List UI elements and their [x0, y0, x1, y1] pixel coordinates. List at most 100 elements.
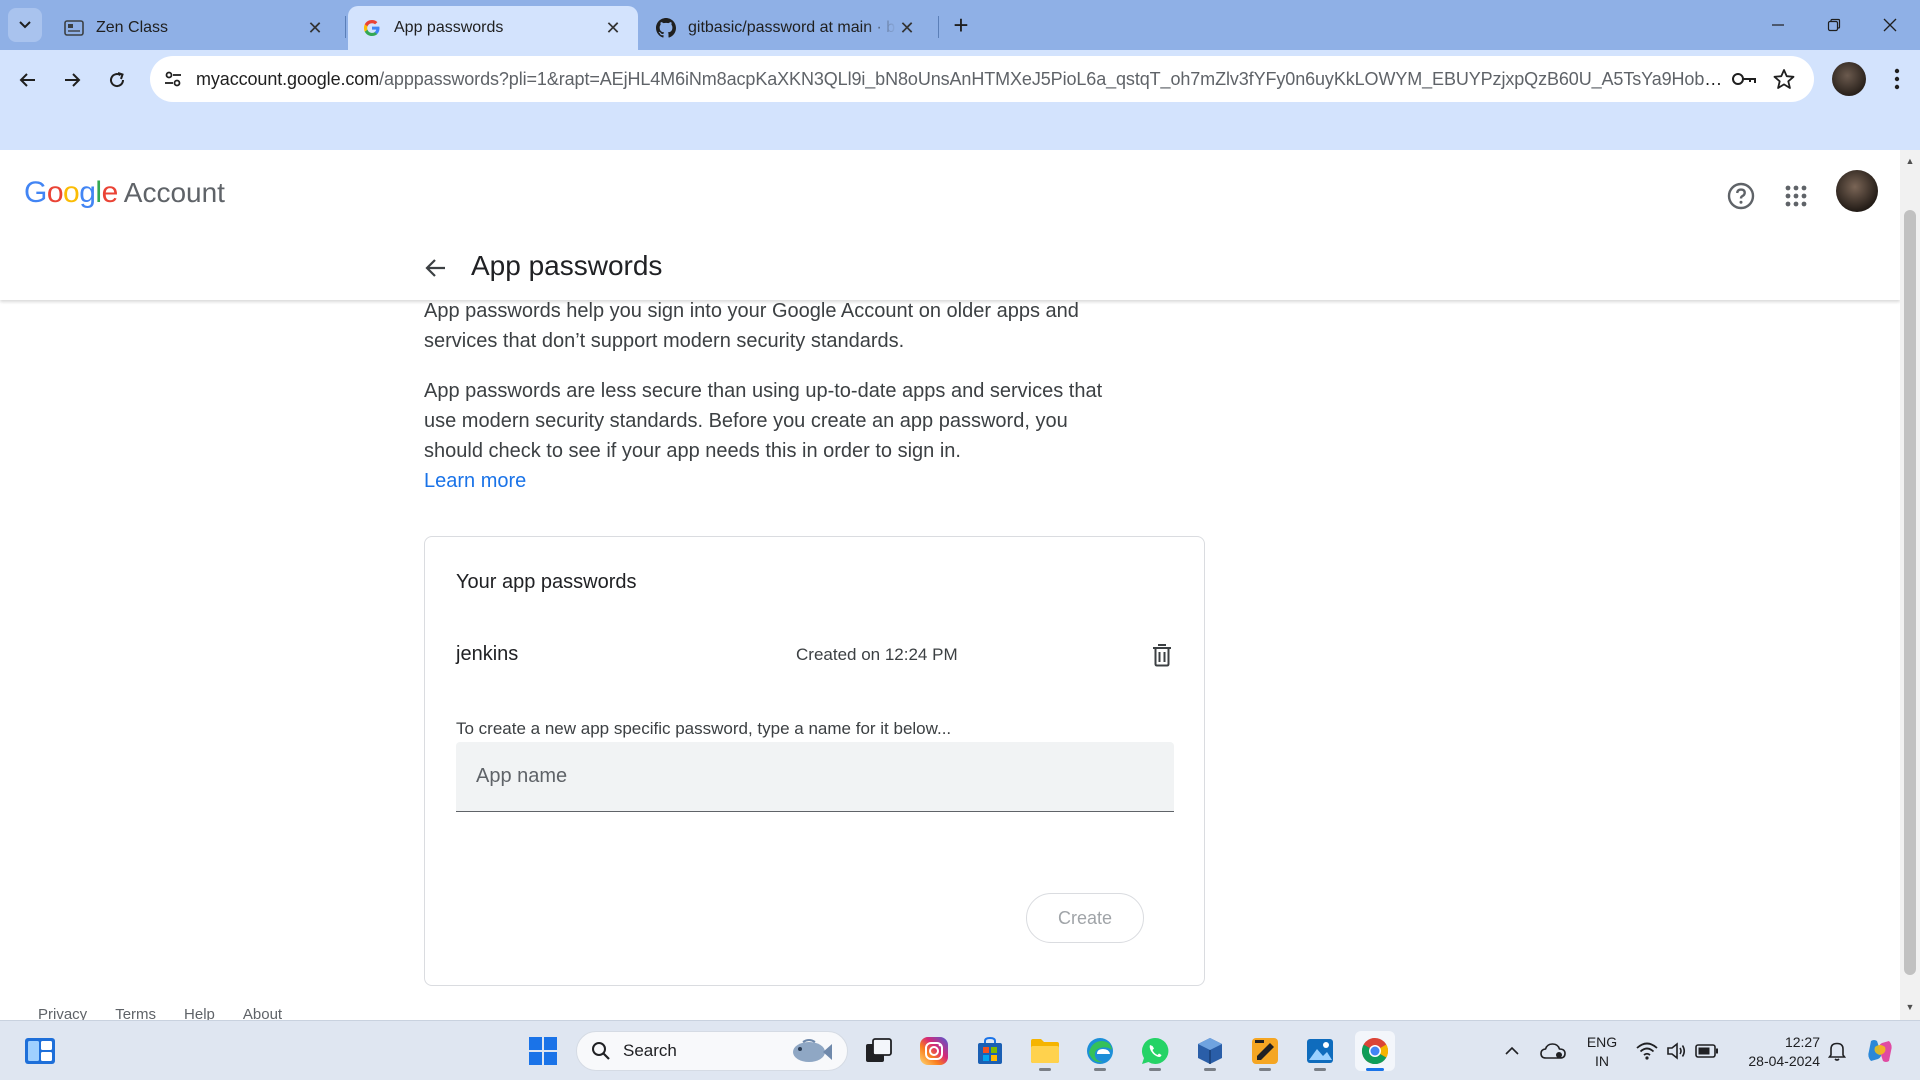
- clock-time: 12:27: [1784, 1034, 1820, 1050]
- close-icon[interactable]: ✕: [602, 17, 624, 39]
- wifi-icon: [1636, 1042, 1658, 1060]
- bookmark-button[interactable]: [1764, 59, 1804, 99]
- browser-profile-avatar[interactable]: [1832, 62, 1866, 96]
- footer-link-terms[interactable]: Terms: [115, 1006, 156, 1020]
- key-icon: [1732, 73, 1756, 85]
- tab-separator: [938, 16, 939, 38]
- google-favicon-icon: [362, 18, 382, 38]
- restore-button[interactable]: [1806, 0, 1862, 50]
- google-apps-button[interactable]: [1776, 176, 1816, 216]
- language-indicator[interactable]: ENG IN: [1582, 1033, 1622, 1071]
- taskbar-virtualbox[interactable]: [1190, 1031, 1230, 1071]
- help-icon: [1727, 182, 1755, 210]
- widgets-button[interactable]: [24, 1035, 56, 1067]
- trash-icon: [1153, 644, 1171, 667]
- arrow-left-icon: [19, 73, 35, 87]
- tab-app-passwords[interactable]: App passwords ✕: [348, 6, 638, 50]
- windows-logo-icon: [529, 1037, 557, 1065]
- wifi-tray-button[interactable]: [1632, 1021, 1662, 1080]
- new-tab-button[interactable]: +: [946, 10, 976, 40]
- minimize-icon: [1772, 24, 1784, 26]
- delete-app-password-button[interactable]: [1146, 639, 1178, 671]
- store-icon: [978, 1036, 1002, 1064]
- taskbar-instagram[interactable]: [914, 1031, 954, 1071]
- tab-separator: [345, 16, 346, 38]
- google-account-header: Google Account App passwords: [0, 150, 1900, 300]
- app-passwords-card: Your app passwords jenkins Created on 12…: [424, 536, 1205, 986]
- reload-button[interactable]: [97, 60, 137, 100]
- address-bar[interactable]: myaccount.google.com/apppasswords?pli=1&…: [150, 56, 1814, 102]
- restore-icon: [1827, 18, 1841, 32]
- task-view-button[interactable]: [858, 1031, 898, 1071]
- page-scrollbar[interactable]: ▲ ▼: [1900, 150, 1920, 1020]
- learn-more-link[interactable]: Learn more: [424, 466, 526, 496]
- notifications-button[interactable]: [1822, 1021, 1852, 1080]
- region-code: IN: [1595, 1053, 1609, 1069]
- chevron-up-icon: [1505, 1046, 1519, 1055]
- apps-grid-icon: [1785, 185, 1807, 207]
- account-avatar[interactable]: [1836, 170, 1878, 212]
- start-button[interactable]: [523, 1031, 563, 1071]
- clock-date: 28-04-2024: [1748, 1053, 1820, 1069]
- folder-icon: [1031, 1039, 1059, 1063]
- page-viewport: App passwords help you sign into your Go…: [0, 150, 1900, 1020]
- editor-icon: [1252, 1038, 1278, 1064]
- taskbar-microsoft-store[interactable]: [970, 1031, 1010, 1071]
- taskbar-edge[interactable]: [1080, 1031, 1120, 1071]
- browser-menu-button[interactable]: [1882, 62, 1912, 96]
- intro-paragraph: App passwords help you sign into your Go…: [424, 300, 1079, 352]
- google-account-logo[interactable]: Google Account: [24, 176, 225, 210]
- onedrive-tray-button[interactable]: [1536, 1021, 1570, 1080]
- tab-search-button[interactable]: [8, 8, 42, 42]
- scroll-up-icon[interactable]: ▲: [1905, 156, 1915, 166]
- battery-tray-button[interactable]: [1692, 1021, 1722, 1080]
- footer-link-about[interactable]: About: [243, 1006, 282, 1020]
- footer-links: Privacy Terms Help About: [38, 1006, 282, 1020]
- password-key-button[interactable]: [1724, 59, 1764, 99]
- volume-tray-button[interactable]: [1662, 1021, 1690, 1080]
- page-title: App passwords: [471, 250, 663, 281]
- google-wordmark: Google: [24, 176, 118, 209]
- tab-github[interactable]: gitbasic/password at main · bha ✕: [642, 6, 932, 50]
- app-name-field[interactable]: [456, 742, 1174, 812]
- show-hidden-icons-button[interactable]: [1496, 1021, 1528, 1080]
- url-host: myaccount.google.com: [196, 68, 380, 89]
- app-name-input[interactable]: [456, 742, 1174, 811]
- forward-button[interactable]: [52, 60, 92, 100]
- virtualbox-icon: [1198, 1038, 1222, 1064]
- close-icon[interactable]: ✕: [896, 17, 918, 39]
- close-icon[interactable]: ✕: [304, 17, 326, 39]
- scroll-down-icon[interactable]: ▼: [1905, 1002, 1915, 1012]
- create-button[interactable]: Create: [1026, 893, 1144, 943]
- tune-icon: [165, 71, 181, 87]
- taskbar-search[interactable]: Search: [576, 1031, 848, 1071]
- back-button[interactable]: [8, 60, 48, 100]
- help-button[interactable]: [1721, 176, 1761, 216]
- url-text[interactable]: myaccount.google.com/apppasswords?pli=1&…: [196, 69, 1724, 90]
- taskbar-clock[interactable]: 12:27 28-04-2024: [1730, 1033, 1820, 1071]
- chevron-down-icon: [19, 21, 31, 29]
- zen-class-favicon-icon: [64, 18, 84, 38]
- taskbar-file-explorer[interactable]: [1025, 1031, 1065, 1071]
- speaker-icon: [1667, 1042, 1686, 1060]
- footer-link-help[interactable]: Help: [184, 1006, 215, 1020]
- running-indicator: [1149, 1068, 1161, 1071]
- copilot-button[interactable]: [1862, 1021, 1898, 1080]
- footer-link-privacy[interactable]: Privacy: [38, 1006, 87, 1020]
- minimize-button[interactable]: [1750, 0, 1806, 50]
- taskbar-chrome[interactable]: [1355, 1031, 1395, 1071]
- account-label: Account: [123, 177, 225, 208]
- task-view-icon: [866, 1038, 892, 1062]
- scrollbar-thumb[interactable]: [1904, 210, 1916, 975]
- app-password-created: Created on 12:24 PM: [796, 645, 958, 664]
- reload-icon: [110, 72, 125, 88]
- back-arrow-button[interactable]: [420, 252, 452, 284]
- arrow-left-icon: [425, 259, 445, 277]
- close-window-button[interactable]: [1862, 0, 1918, 50]
- taskbar-sublime-editor[interactable]: [1245, 1031, 1285, 1071]
- edge-icon: [1087, 1038, 1113, 1064]
- taskbar-photos[interactable]: [1300, 1031, 1340, 1071]
- taskbar-whatsapp[interactable]: [1135, 1031, 1175, 1071]
- site-info-button[interactable]: [150, 56, 196, 102]
- tab-zen-class[interactable]: Zen Class ✕: [50, 6, 340, 50]
